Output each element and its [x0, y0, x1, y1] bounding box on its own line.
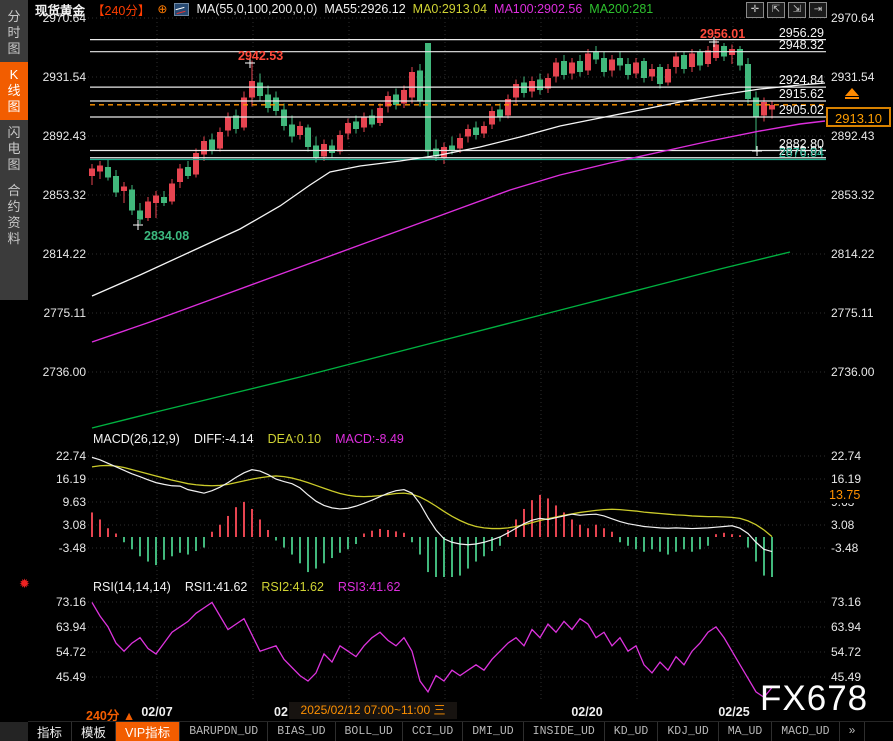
- sidebar-item-tab[interactable]: 闪电图: [0, 120, 28, 178]
- price-axis-left-tick: 2970.64: [30, 11, 86, 25]
- rsi-axis-left-tick: 45.49: [30, 670, 86, 684]
- toolbar-tab-item[interactable]: 模板: [72, 722, 116, 741]
- macd-current-marker: 13.75: [829, 487, 877, 503]
- add-compare-icon[interactable]: ⊕: [157, 3, 167, 15]
- x-axis-date-partial: 02: [274, 705, 288, 719]
- sr-line-price-label: 2915.62: [779, 87, 824, 101]
- chart-tool-icons: ✛⇱⇲⇥: [746, 2, 827, 18]
- brand-watermark: FX678: [760, 679, 868, 719]
- rsi1-value: RSI1:41.62: [185, 580, 248, 594]
- macd-axis-left-tick: 9.63: [30, 495, 86, 509]
- sidebar-item-tab[interactable]: 合约资料: [0, 178, 28, 252]
- price-axis-right-tick: 2736.00: [831, 365, 874, 379]
- shift-chart-icon[interactable]: ⇥: [809, 2, 827, 18]
- chart-legend-bar: 现货黄金 【240分】 ⊕ MA(55,0,100,200,0,0) MA55:…: [35, 1, 653, 17]
- rsi-legend: RSI(14,14,14) RSI1:41.62 RSI2:41.62 RSI3…: [93, 580, 400, 594]
- toolbar-tab-active[interactable]: VIP指标: [116, 722, 180, 741]
- macd-axis-right-tick: 22.74: [831, 449, 861, 463]
- price-axis-left-tick: 2853.32: [30, 188, 86, 202]
- price-extreme-annotation: 2956.01: [700, 27, 745, 41]
- toolbar-tab-item[interactable]: 指标: [28, 722, 72, 741]
- toolbar-tab-item[interactable]: BOLL_UD: [336, 722, 403, 741]
- indicator-toolbar: 指标模板VIP指标BARUPDN_UDBIAS_UDBOLL_UDCCI_UDD…: [28, 721, 893, 741]
- ma55-value: MA55:2926.12: [324, 2, 405, 16]
- toolbar-corner: [0, 722, 28, 741]
- price-extreme-annotation: 2942.53: [238, 49, 283, 63]
- macd-axis-right-tick: 3.08: [831, 518, 854, 532]
- price-axis-left-tick: 2892.43: [30, 129, 86, 143]
- sr-line-price-label: 2905.02: [779, 103, 824, 117]
- ma0-value: MA0:2913.04: [413, 2, 487, 16]
- price-axis-left-tick: 2814.22: [30, 247, 86, 261]
- price-axis-right-tick: 2970.64: [831, 11, 874, 25]
- x-axis-date-tick: 02/25: [718, 705, 749, 719]
- sr-line-price-label: 2876.84: [779, 146, 824, 160]
- macd-params-label: MACD(26,12,9): [93, 432, 180, 446]
- x-axis-date-tick: 02/20: [571, 705, 602, 719]
- price-chart-canvas[interactable]: [0, 0, 893, 741]
- sr-line-price-label: 2948.32: [779, 38, 824, 52]
- price-axis-left-tick: 2736.00: [30, 365, 86, 379]
- alert-dot-icon[interactable]: ✹: [19, 576, 30, 592]
- bar-time-tooltip: 2025/02/12 07:00~11:00 三: [289, 702, 457, 719]
- rsi-axis-right-tick: 63.94: [831, 620, 861, 634]
- rsi-axis-left-tick: 54.72: [30, 645, 86, 659]
- toolbar-tab-item[interactable]: DMI_UD: [463, 722, 523, 741]
- macd-axis-left-tick: 3.08: [30, 518, 86, 532]
- macd-axis-right-tick: -3.48: [831, 541, 858, 555]
- period-badge[interactable]: 【240分】: [92, 0, 150, 19]
- axis-scale-right-icon[interactable]: ⇲: [788, 2, 806, 18]
- rsi2-value: RSI2:41.62: [261, 580, 324, 594]
- rsi3-value: RSI3:41.62: [338, 580, 401, 594]
- price-axis-right-tick: 2931.54: [831, 70, 874, 84]
- price-axis-right-tick: 2775.11: [831, 306, 874, 320]
- rsi-axis-left-tick: 73.16: [30, 595, 86, 609]
- macd-legend: MACD(26,12,9) DIFF:-4.14 DEA:0.10 MACD:-…: [93, 432, 404, 446]
- toolbar-tab-item[interactable]: MA_UD: [719, 722, 773, 741]
- ma100-value: MA100:2902.56: [494, 2, 582, 16]
- toolbar-tab-item[interactable]: »: [840, 722, 866, 741]
- axis-scale-left-icon[interactable]: ⇱: [767, 2, 785, 18]
- pan-icon[interactable]: ✛: [746, 2, 764, 18]
- macd-diff-value: DIFF:-4.14: [194, 432, 254, 446]
- macd-hist-value: MACD:-8.49: [335, 432, 404, 446]
- rsi-axis-right-tick: 54.72: [831, 645, 861, 659]
- price-axis-right-tick: 2892.43: [831, 129, 874, 143]
- sidebar-item-tab[interactable]: 分时图: [0, 4, 28, 62]
- macd-axis-left-tick: -3.48: [30, 541, 86, 555]
- toolbar-tab-item[interactable]: CCI_UD: [403, 722, 463, 741]
- rsi-params-label: RSI(14,14,14): [93, 580, 171, 594]
- toolbar-tab-item[interactable]: MACD_UD: [772, 722, 839, 741]
- last-price-label: 2913.10: [826, 107, 891, 127]
- rsi-axis-right-tick: 73.16: [831, 595, 861, 609]
- trading-app-window: 分时图K线图闪电图合约资料 ✹ 现货黄金 【240分】 ⊕ MA(55,0,10…: [0, 0, 893, 741]
- sidebar-item-active[interactable]: K线图: [0, 62, 28, 120]
- price-axis-left-tick: 2775.11: [30, 306, 86, 320]
- macd-dea-value: DEA:0.10: [268, 432, 322, 446]
- x-axis-date-tick: 02/07: [141, 705, 172, 719]
- rsi-axis-left-tick: 63.94: [30, 620, 86, 634]
- scroll-to-latest-icon[interactable]: [844, 88, 860, 102]
- toolbar-tab-item[interactable]: BARUPDN_UD: [180, 722, 268, 741]
- toolbar-tab-item[interactable]: BIAS_UD: [268, 722, 335, 741]
- left-sidebar: 分时图K线图闪电图合约资料: [0, 0, 28, 300]
- macd-axis-left-tick: 22.74: [30, 449, 86, 463]
- price-axis-right-tick: 2814.22: [831, 247, 874, 261]
- macd-axis-right-tick: 16.19: [831, 472, 861, 486]
- sr-line-price-label: 2924.84: [779, 73, 824, 87]
- ma-settings-label: MA(55,0,100,200,0,0): [196, 2, 317, 16]
- chart-type-icon[interactable]: [174, 3, 189, 16]
- macd-axis-left-tick: 16.19: [30, 472, 86, 486]
- price-axis-right-tick: 2853.32: [831, 188, 874, 202]
- toolbar-tab-item[interactable]: KD_UD: [605, 722, 659, 741]
- ma200-value: MA200:281: [589, 2, 653, 16]
- toolbar-tab-item[interactable]: KDJ_UD: [658, 722, 718, 741]
- price-extreme-annotation: 2834.08: [144, 229, 189, 243]
- price-axis-left-tick: 2931.54: [30, 70, 86, 84]
- toolbar-tab-item[interactable]: INSIDE_UD: [524, 722, 605, 741]
